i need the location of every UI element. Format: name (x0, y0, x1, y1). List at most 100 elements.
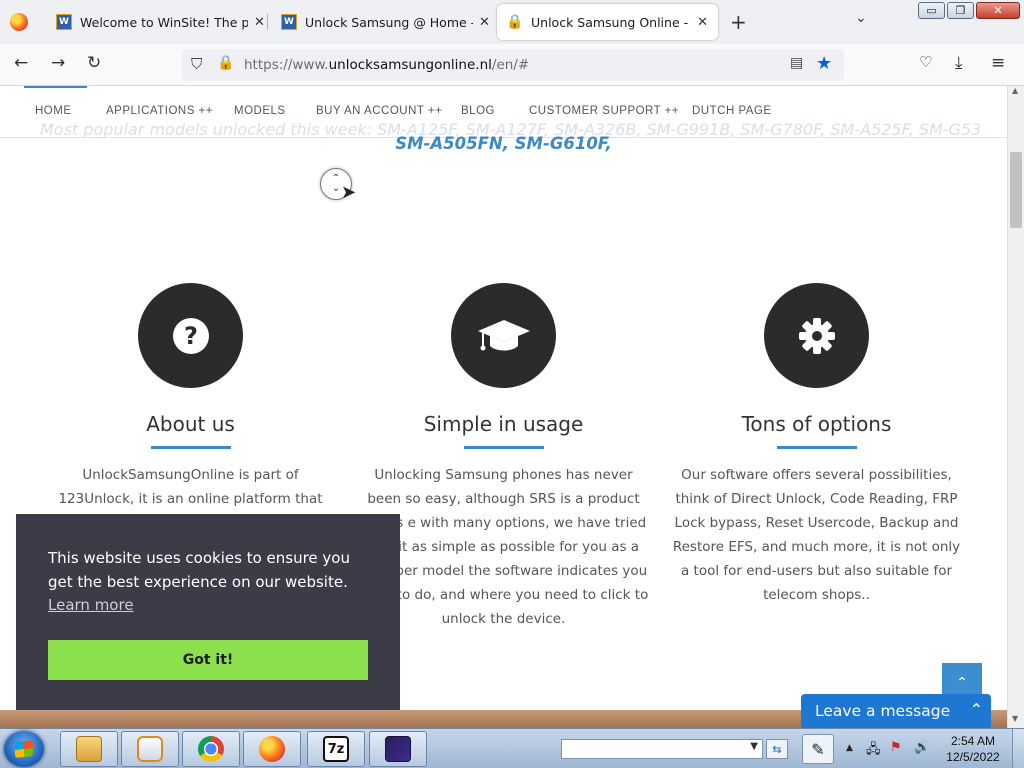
start-button[interactable] (4, 731, 44, 767)
cookie-consent-banner: This website uses cookies to ensure you … (16, 514, 400, 710)
pocket-icon[interactable]: ♡ (919, 53, 932, 71)
svg-text:?: ? (184, 322, 198, 350)
graduation-cap-icon (477, 319, 530, 350)
taskbar-media-player[interactable] (121, 731, 179, 767)
feature-text: Our software offers several possibilitie… (672, 467, 961, 603)
cookie-learn-more-link[interactable]: Learn more (48, 596, 134, 614)
downloads-icon[interactable]: ⤓ (955, 53, 963, 73)
chevron-up-icon[interactable]: ⌃ (970, 700, 983, 719)
show-hidden-icons-icon[interactable]: ▲ (846, 743, 853, 753)
chevron-up-icon: ⌃ (956, 675, 968, 691)
tab-title: Unlock Samsung Online - Fast a (531, 14, 691, 30)
popular-models-links[interactable]: SM-A505FN, SM-G610F, (0, 134, 1007, 153)
feature-text: Unlocking Samsung phones has never been … (358, 467, 649, 627)
tab-separator (267, 14, 268, 30)
tab-winsite[interactable]: W Welcome to WinSite! The place ✕ (46, 4, 275, 40)
tab-close-icon[interactable]: ✕ (697, 15, 708, 30)
network-icon[interactable]: 🖧 (866, 740, 881, 762)
windows-logo-icon (15, 740, 33, 758)
taskbar-chrome[interactable] (182, 731, 240, 767)
app-icon (385, 736, 411, 762)
show-desktop-button[interactable] (1012, 729, 1024, 768)
taskbar-file-explorer[interactable] (60, 731, 118, 767)
nav-applications[interactable]: APPLICATIONS ++ (106, 105, 213, 117)
tab-title: Welcome to WinSite! The place (80, 14, 248, 30)
7zip-icon: 7z (323, 736, 349, 762)
feature-tons-of-options: Tons of options Our software offers seve… (660, 283, 973, 607)
winsite-favicon-icon: W (56, 14, 72, 30)
navigation-toolbar: ← → ↻ ⛉ 🔒 https://www.unlocksamsungonlin… (0, 44, 1024, 86)
feature-icon-circle (451, 283, 556, 388)
new-tab-icon[interactable]: + (730, 10, 747, 34)
scroll-up-arrow-icon[interactable]: ▲ (1012, 86, 1018, 95)
reload-icon[interactable]: ↻ (87, 53, 101, 73)
firefox-logo-icon[interactable] (10, 13, 28, 31)
forward-icon[interactable]: → (51, 53, 65, 73)
nav-buy-an-account[interactable]: BUY AN ACCOUNT ++ (316, 105, 442, 117)
feature-title: Simple in usage (423, 412, 584, 436)
minimize-button[interactable]: ▭ (918, 2, 945, 19)
feature-about-us: ? About us UnlockSamsungOnline is part o… (34, 283, 347, 535)
bookmark-star-icon[interactable]: ★ (816, 53, 832, 74)
taskbar-firefox[interactable] (243, 731, 301, 767)
feature-icon-circle (764, 283, 869, 388)
nav-customer-support[interactable]: CUSTOMER SUPPORT ++ (529, 105, 679, 117)
gear-icon (798, 317, 835, 354)
back-icon[interactable]: ← (14, 53, 28, 73)
page-viewport: HOME APPLICATIONS ++ MODELS BUY AN ACCOU… (0, 86, 1024, 728)
restore-button[interactable]: ❐ (947, 2, 974, 19)
taskbar-address-toolbar[interactable]: ▼ (561, 739, 763, 759)
vertical-scrollbar[interactable]: ▲ ▼ (1007, 86, 1024, 728)
tab-close-icon[interactable]: ✕ (479, 15, 490, 30)
nav-models[interactable]: MODELS (234, 105, 286, 117)
tab-unlock-samsung-online[interactable]: 🔒 Unlock Samsung Online - Fast a ✕ (497, 4, 718, 40)
title-underline (150, 446, 231, 449)
url-prefix: https://www. (244, 57, 329, 73)
scrollbar-thumb[interactable] (1010, 152, 1022, 228)
site-security-lock-icon[interactable]: 🔒 (217, 55, 234, 71)
mouse-cursor-icon: ➤ (341, 182, 357, 203)
taskbar-7zip[interactable]: 7z (307, 731, 365, 767)
title-underline (463, 446, 544, 449)
window-controls: ▭ ❐ ✕ (918, 2, 1020, 19)
media-player-icon (137, 736, 163, 762)
taskbar-clock[interactable]: 2:54 AM 12/5/2022 (942, 733, 1004, 765)
chevron-down-icon[interactable]: ▼ (750, 741, 758, 752)
scroll-down-arrow-icon[interactable]: ▼ (1012, 714, 1018, 723)
url-domain: unlocksamsungonline.nl (328, 57, 492, 73)
lock-favicon-icon: 🔒 (506, 14, 524, 30)
taskbar-app[interactable] (369, 731, 427, 767)
tab-title: Unlock Samsung @ Home - FRE (305, 14, 473, 30)
tablet-input-icon[interactable]: ✎ (802, 734, 834, 764)
clock-date: 12/5/2022 (946, 750, 1000, 764)
tab-close-icon[interactable]: ✕ (254, 15, 265, 30)
chat-label: Leave a message (815, 702, 951, 720)
title-underline (776, 446, 857, 449)
feature-title: About us (146, 412, 235, 436)
clock-time: 2:54 AM (950, 734, 996, 748)
feature-title: Tons of options (741, 412, 892, 436)
firefox-icon (259, 736, 285, 762)
tracking-protection-shield-icon[interactable]: ⛉ (191, 55, 202, 73)
app-menu-icon[interactable]: ≡ (991, 53, 1005, 73)
close-window-button[interactable]: ✕ (976, 2, 1020, 19)
volume-icon[interactable]: 🔊 (914, 740, 930, 755)
list-all-tabs-icon[interactable]: ⌄ (855, 10, 867, 26)
reader-view-icon[interactable]: ▤ (790, 55, 803, 71)
nav-dutch-page[interactable]: DUTCH PAGE (692, 105, 772, 117)
address-bar[interactable]: ⛉ 🔒 https://www.unlocksamsungonline.nl/e… (182, 49, 844, 81)
toolbar-go-icon[interactable]: ⇆ (766, 739, 788, 759)
question-icon: ? (172, 317, 209, 354)
chrome-icon (198, 736, 224, 762)
active-nav-indicator (24, 86, 87, 88)
live-chat-widget[interactable]: Leave a message ⌃ (801, 694, 991, 728)
cookie-accept-button[interactable]: Got it! (48, 640, 368, 680)
nav-blog[interactable]: BLOG (461, 105, 495, 117)
feature-icon-circle: ? (138, 283, 243, 388)
tab-strip: W Welcome to WinSite! The place ✕ W Unlo… (0, 0, 1024, 44)
url-text[interactable]: https://www.unlocksamsungonline.nl/en/# (244, 57, 529, 73)
nav-home[interactable]: HOME (35, 105, 72, 117)
cookie-message: This website uses cookies to ensure you … (48, 549, 350, 591)
tab-unlock-samsung-home[interactable]: W Unlock Samsung @ Home - FRE ✕ (271, 4, 500, 40)
action-center-icon[interactable]: ⚑ (890, 740, 902, 755)
